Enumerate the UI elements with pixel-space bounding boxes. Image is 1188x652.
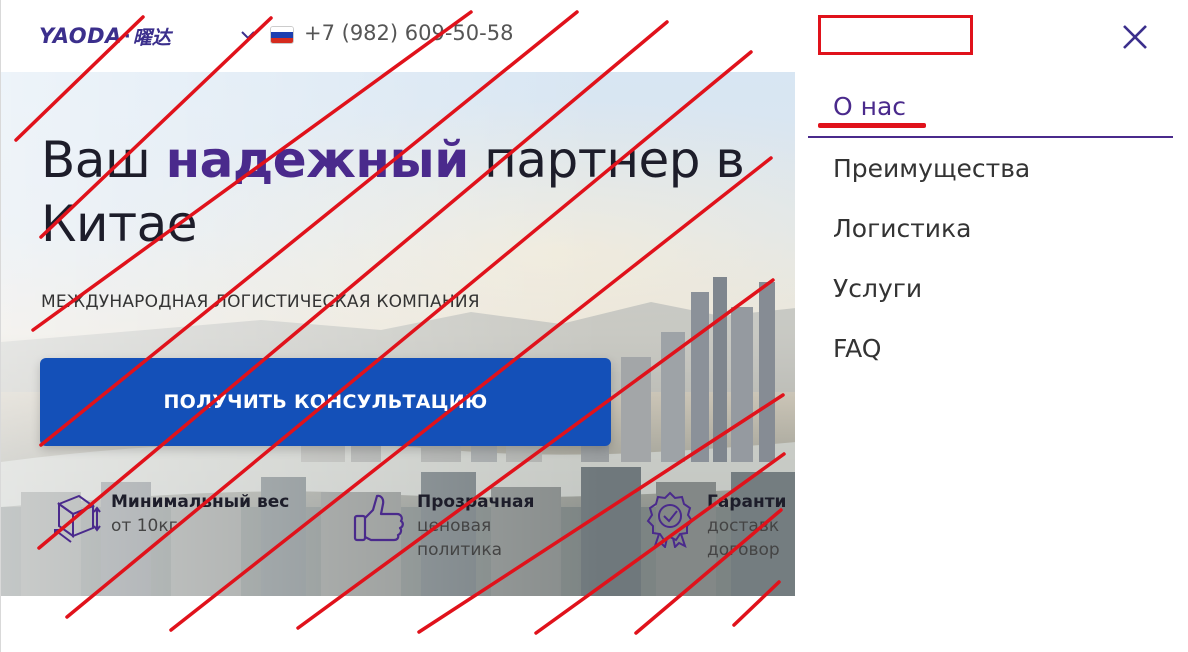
menu-item-about[interactable]: О нас xyxy=(808,76,1173,138)
header-bar: YAODA · 曜达 +7 (982) 609-50-58 xyxy=(1,0,796,72)
mobile-menu-panel: О нас Преимущества Логистика Услуги FAQ xyxy=(795,0,1188,652)
feature-title: Гаранти xyxy=(707,492,787,512)
close-icon[interactable] xyxy=(1120,22,1150,52)
menu-item-advantages[interactable]: Преимущества xyxy=(808,138,1173,198)
guarantee-badge-icon xyxy=(646,491,694,548)
hero-title-accent: надежный xyxy=(165,131,470,189)
feature-title: Прозрачная xyxy=(417,492,535,512)
logo-text: YAODA xyxy=(39,24,122,48)
hero-title: Ваш надежный партнер в Китае xyxy=(41,128,801,256)
feature-subtitle-line1: ценовая xyxy=(417,516,492,536)
feature-transparent-pricing: Прозрачная ценовая политика xyxy=(351,490,534,562)
menu-item-logistics[interactable]: Логистика xyxy=(808,198,1173,258)
get-consultation-button[interactable]: ПОЛУЧИТЬ КОНСУЛЬТАЦИЮ xyxy=(40,358,611,446)
logo-chinese-text: 曜达 xyxy=(132,26,171,49)
feature-subtitle: от 10кг xyxy=(111,516,178,536)
main-page: YAODA · 曜达 +7 (982) 609-50-58 Ваш надежн… xyxy=(0,0,796,652)
chevron-down-icon[interactable] xyxy=(239,26,257,44)
phone-number-link[interactable]: +7 (982) 609-50-58 xyxy=(304,21,513,45)
logo-separator: · xyxy=(123,25,131,47)
thumbs-up-icon xyxy=(353,494,404,542)
hero-title-start: Ваш xyxy=(41,131,166,189)
feature-subtitle-line2: договор xyxy=(707,540,780,560)
hero-subtitle: МЕЖДУНАРОДНАЯ ЛОГИСТИЧЕСКАЯ КОМПАНИЯ xyxy=(41,292,480,312)
box-weight-icon xyxy=(54,494,101,543)
redaction-box xyxy=(818,15,973,55)
feature-subtitle-line1: доставк xyxy=(707,516,780,536)
menu-item-services[interactable]: Услуги xyxy=(808,258,1173,318)
active-item-underline xyxy=(818,123,926,128)
feature-subtitle-line2: политика xyxy=(417,540,503,560)
logo[interactable]: YAODA · 曜达 xyxy=(39,22,171,50)
flag-russia-icon[interactable] xyxy=(270,26,294,44)
menu-item-faq[interactable]: FAQ xyxy=(808,318,1173,378)
feature-guarantee: Гаранти доставк договор xyxy=(641,490,796,562)
nav-menu: О нас Преимущества Логистика Услуги FAQ xyxy=(808,76,1173,378)
feature-min-weight: Минимальный вес от 10кг xyxy=(45,490,289,548)
feature-title: Минимальный вес xyxy=(111,492,290,512)
